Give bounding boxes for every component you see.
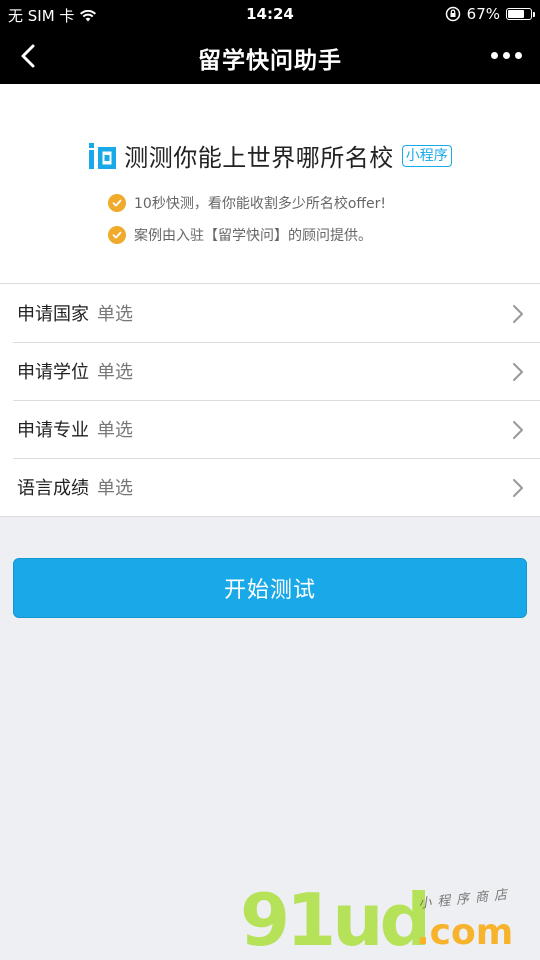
- chevron-right-icon: [513, 421, 523, 439]
- bullet-text: 案例由入驻【留学快问】的顾问提供。: [134, 228, 372, 244]
- start-test-button[interactable]: 开始测试: [13, 558, 527, 618]
- form-row-language-score[interactable]: 语言成绩 单选: [0, 458, 540, 516]
- chevron-right-icon: [513, 363, 523, 381]
- battery-percent: 67%: [466, 5, 500, 23]
- page-title: 留学快问助手: [198, 48, 342, 74]
- header-card: 测测你能上世界哪所名校 小程序 10秒快测，看你能收割多少所名校offer! 案…: [0, 84, 540, 284]
- chevron-right-icon: [513, 305, 523, 323]
- form-label: 申请国家: [17, 304, 89, 325]
- more-button[interactable]: [491, 52, 522, 59]
- more-dot-icon: [491, 52, 498, 59]
- brand-logo-icon: [89, 142, 117, 169]
- form-label: 申请学位: [17, 362, 89, 383]
- form-row-degree[interactable]: 申请学位 单选: [0, 342, 540, 400]
- brand-title: 测测你能上世界哪所名校: [124, 144, 394, 172]
- form-list: 申请国家 单选 申请学位 单选 申请专业 单选 语言成绩 单选: [0, 284, 540, 517]
- more-dot-icon: [515, 52, 522, 59]
- check-icon: [108, 194, 126, 212]
- watermark-subtitle: 小程序商店: [417, 887, 514, 912]
- battery-icon: [506, 8, 535, 20]
- watermark-logo: 91ud: [240, 878, 431, 960]
- battery-fill: [508, 10, 525, 18]
- page: 无 SIM 卡 14:24 67% 留学快问助手 测测你能上世界哪所名校 小程序…: [0, 0, 540, 960]
- status-bar: 无 SIM 卡 14:24 67%: [0, 0, 540, 28]
- bullet-item: 案例由入驻【留学快问】的顾问提供。: [108, 223, 386, 247]
- more-dot-icon: [503, 52, 510, 59]
- form-row-major[interactable]: 申请专业 单选: [0, 400, 540, 458]
- form-row-country[interactable]: 申请国家 单选: [0, 284, 540, 342]
- form-value: 单选: [97, 478, 133, 499]
- form-label: 申请专业: [17, 420, 89, 441]
- form-value: 单选: [97, 362, 133, 383]
- check-icon: [108, 226, 126, 244]
- form-value: 单选: [97, 420, 133, 441]
- bullet-list: 10秒快测，看你能收割多少所名校offer! 案例由入驻【留学快问】的顾问提供。: [108, 191, 386, 255]
- chevron-right-icon: [513, 479, 523, 497]
- form-value: 单选: [97, 304, 133, 325]
- nav-bar: 留学快问助手: [0, 28, 540, 84]
- brand-row: 测测你能上世界哪所名校 小程序: [0, 138, 540, 173]
- watermark-domain: .com: [416, 912, 514, 953]
- bullet-item: 10秒快测，看你能收割多少所名校offer!: [108, 191, 386, 215]
- status-right: 67%: [445, 5, 535, 23]
- mini-program-badge: 小程序: [401, 144, 452, 167]
- watermark: 91ud .com 小程序商店: [240, 880, 540, 960]
- form-label: 语言成绩: [17, 478, 89, 499]
- bullet-text: 10秒快测，看你能收割多少所名校offer!: [134, 196, 387, 212]
- rotation-lock-icon: [445, 6, 460, 22]
